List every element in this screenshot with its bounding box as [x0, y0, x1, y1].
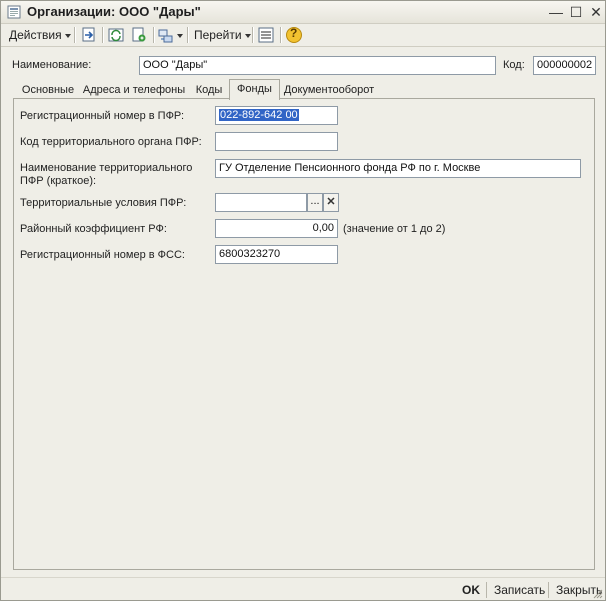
ok-button[interactable]: OK	[462, 583, 480, 597]
pfr-reg-value: 022-892-642 00	[219, 109, 299, 121]
bottom-separator	[548, 582, 549, 598]
actions-menu-button[interactable]: Действия	[9, 26, 71, 44]
minimize-button[interactable]: —	[547, 3, 565, 21]
code-input[interactable]: 000000002	[533, 56, 596, 75]
fss-reg-label: Регистрационный номер в ФСС:	[20, 249, 185, 261]
save-button[interactable]: Записать	[494, 583, 545, 597]
terr-cond-label: Территориальные условия ПФР:	[20, 197, 187, 209]
name-label: Наименование:	[12, 59, 92, 71]
district-coef-hint: (значение от 1 до 2)	[343, 223, 446, 235]
structure-icon	[158, 29, 173, 43]
toolbar-separator	[280, 27, 282, 43]
toolbar: Действия Перейти ?	[1, 24, 605, 47]
pfr-org-name-label-line2: ПФР (краткое):	[20, 175, 97, 187]
actions-menu-label: Действия	[9, 28, 62, 42]
help-glyph: ?	[290, 26, 298, 40]
window: Организации: ООО "Дары" — ☐ ✕ Действия П…	[0, 0, 606, 601]
resize-grip-icon[interactable]	[593, 589, 603, 599]
name-input[interactable]: ООО "Дары"	[139, 56, 496, 75]
toolbar-separator	[252, 27, 254, 43]
tab-funds[interactable]: Фонды	[229, 79, 280, 100]
toolbar-separator	[74, 27, 76, 43]
district-coef-input[interactable]: 0,00	[215, 219, 338, 238]
bottom-bar: OK Записать Закрыть	[1, 577, 605, 601]
toolbar-separator	[153, 27, 155, 43]
goto-menu-button[interactable]: Перейти	[194, 26, 251, 44]
chevron-down-icon	[244, 33, 251, 38]
list-settings-icon[interactable]	[257, 26, 275, 44]
toolbar-separator	[187, 27, 189, 43]
bottom-separator	[486, 582, 487, 598]
refresh-icon[interactable]	[107, 26, 125, 44]
help-button[interactable]: ?	[285, 26, 303, 44]
tab-codes[interactable]: Коды	[191, 82, 227, 98]
save-and-close-icon[interactable]	[80, 26, 98, 44]
pfr-reg-label: Регистрационный номер в ПФР:	[20, 110, 185, 122]
structure-menu-button[interactable]	[158, 26, 183, 44]
tab-main[interactable]: Основные	[15, 82, 81, 98]
code-label: Код:	[503, 59, 525, 71]
pfr-reg-input[interactable]: 022-892-642 00	[215, 106, 338, 125]
catalog-icon	[7, 5, 21, 19]
pfr-org-code-label: Код территориального органа ПФР:	[20, 136, 202, 148]
chevron-down-icon	[64, 33, 71, 38]
terr-cond-input[interactable]	[215, 193, 307, 212]
maximize-button[interactable]: ☐	[567, 3, 585, 21]
terr-cond-clear-button[interactable]: ✕	[323, 193, 339, 212]
window-title: Организации: ООО "Дары"	[27, 4, 201, 19]
title-bar: Организации: ООО "Дары" — ☐ ✕	[1, 1, 605, 24]
toolbar-separator	[102, 27, 104, 43]
district-coef-label: Районный коэффициент РФ:	[20, 223, 167, 235]
funds-panel: Регистрационный номер в ПФР: 022-892-642…	[13, 98, 595, 570]
chevron-down-icon	[177, 33, 183, 38]
pfr-org-name-input[interactable]: ГУ Отделение Пенсионного фонда РФ по г. …	[215, 159, 581, 178]
terr-cond-select-button[interactable]: ...	[307, 193, 323, 212]
close-window-button[interactable]: ✕	[587, 3, 605, 21]
fss-reg-input[interactable]: 6800323270	[215, 245, 338, 264]
pfr-org-code-input[interactable]	[215, 132, 338, 151]
copy-document-icon[interactable]	[130, 26, 148, 44]
tab-document-flow[interactable]: Документооборот	[279, 82, 379, 98]
goto-menu-label: Перейти	[194, 28, 242, 42]
tab-addresses[interactable]: Адреса и телефоны	[80, 82, 188, 98]
pfr-org-name-label-line1: Наименование территориального	[20, 162, 193, 174]
